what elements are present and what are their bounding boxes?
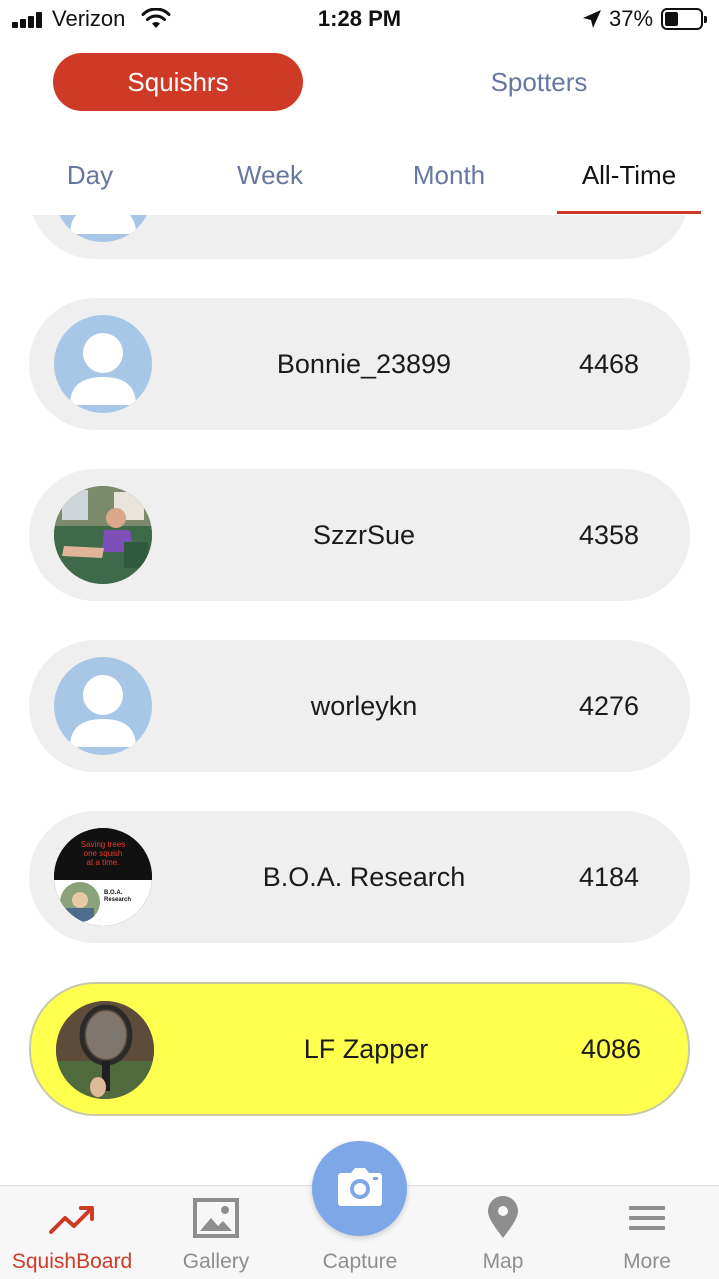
tab-day[interactable]: Day bbox=[0, 140, 180, 210]
tab-label: SquishBoard bbox=[11, 1250, 133, 1273]
tab-active-indicator bbox=[557, 211, 701, 214]
capture-button[interactable] bbox=[312, 1141, 407, 1236]
leaderboard-list[interactable]: Bonnie_23899 4468 SzzrSue 4358 worleykn … bbox=[0, 215, 719, 1185]
list-item[interactable] bbox=[29, 215, 690, 259]
tab-squishboard[interactable]: SquishBoard bbox=[0, 1186, 144, 1279]
segment-spotters[interactable]: Spotters bbox=[419, 53, 659, 111]
player-name: SzzrSue bbox=[312, 519, 416, 550]
camera-icon bbox=[338, 1168, 382, 1206]
avatar bbox=[56, 1001, 154, 1099]
tab-map[interactable]: Map bbox=[431, 1186, 575, 1279]
trending-up-icon bbox=[49, 1206, 94, 1234]
tab-all-time[interactable]: All-Time bbox=[539, 140, 719, 210]
battery-icon bbox=[661, 8, 707, 30]
tab-month[interactable]: Month bbox=[359, 140, 539, 210]
avatar bbox=[54, 657, 152, 755]
player-name: Bonnie_23899 bbox=[276, 348, 452, 379]
player-score: 4086 bbox=[580, 1033, 642, 1064]
player-score: 4184 bbox=[578, 861, 640, 892]
list-item[interactable]: Saving trees one squish at a time. B.O.A… bbox=[29, 811, 690, 943]
status-bar: Verizon 1:28 PM 37% bbox=[0, 0, 719, 40]
tab-week[interactable]: Week bbox=[180, 140, 360, 210]
tab-label: More bbox=[623, 1250, 671, 1273]
map-pin-icon bbox=[488, 1196, 518, 1238]
tab-more[interactable]: More bbox=[575, 1186, 719, 1279]
list-item[interactable]: worleykn 4276 bbox=[29, 640, 690, 772]
battery-percent: 37% bbox=[609, 6, 654, 31]
list-item-current-user[interactable]: LF Zapper 4086 bbox=[29, 982, 690, 1116]
menu-icon bbox=[629, 1206, 665, 1230]
period-tabs: Day Week Month All-Time bbox=[0, 140, 719, 215]
avatar bbox=[54, 315, 152, 413]
list-item[interactable]: Bonnie_23899 4468 bbox=[29, 298, 690, 430]
segment-squishrs[interactable]: Squishrs bbox=[53, 53, 303, 111]
boa-name-mark: B.O.A. Research bbox=[104, 890, 132, 903]
image-icon bbox=[193, 1198, 239, 1238]
player-name: LF Zapper bbox=[303, 1033, 429, 1064]
location-arrow-icon bbox=[583, 10, 601, 28]
boa-slogan: Saving trees one squish at a time. bbox=[54, 828, 152, 880]
avatar bbox=[54, 486, 152, 584]
avatar: Saving trees one squish at a time. B.O.A… bbox=[54, 828, 152, 926]
tab-label: Gallery bbox=[182, 1250, 250, 1273]
list-item[interactable]: SzzrSue 4358 bbox=[29, 469, 690, 601]
player-name: B.O.A. Research bbox=[262, 861, 466, 892]
player-score: 4358 bbox=[578, 519, 640, 550]
player-score: 4468 bbox=[578, 348, 640, 379]
tab-label: Map bbox=[482, 1250, 524, 1273]
avatar bbox=[54, 215, 152, 242]
player-name: worleykn bbox=[310, 690, 418, 721]
tab-label: Capture bbox=[322, 1250, 398, 1273]
player-score: 4276 bbox=[578, 690, 640, 721]
tab-gallery[interactable]: Gallery bbox=[144, 1186, 288, 1279]
